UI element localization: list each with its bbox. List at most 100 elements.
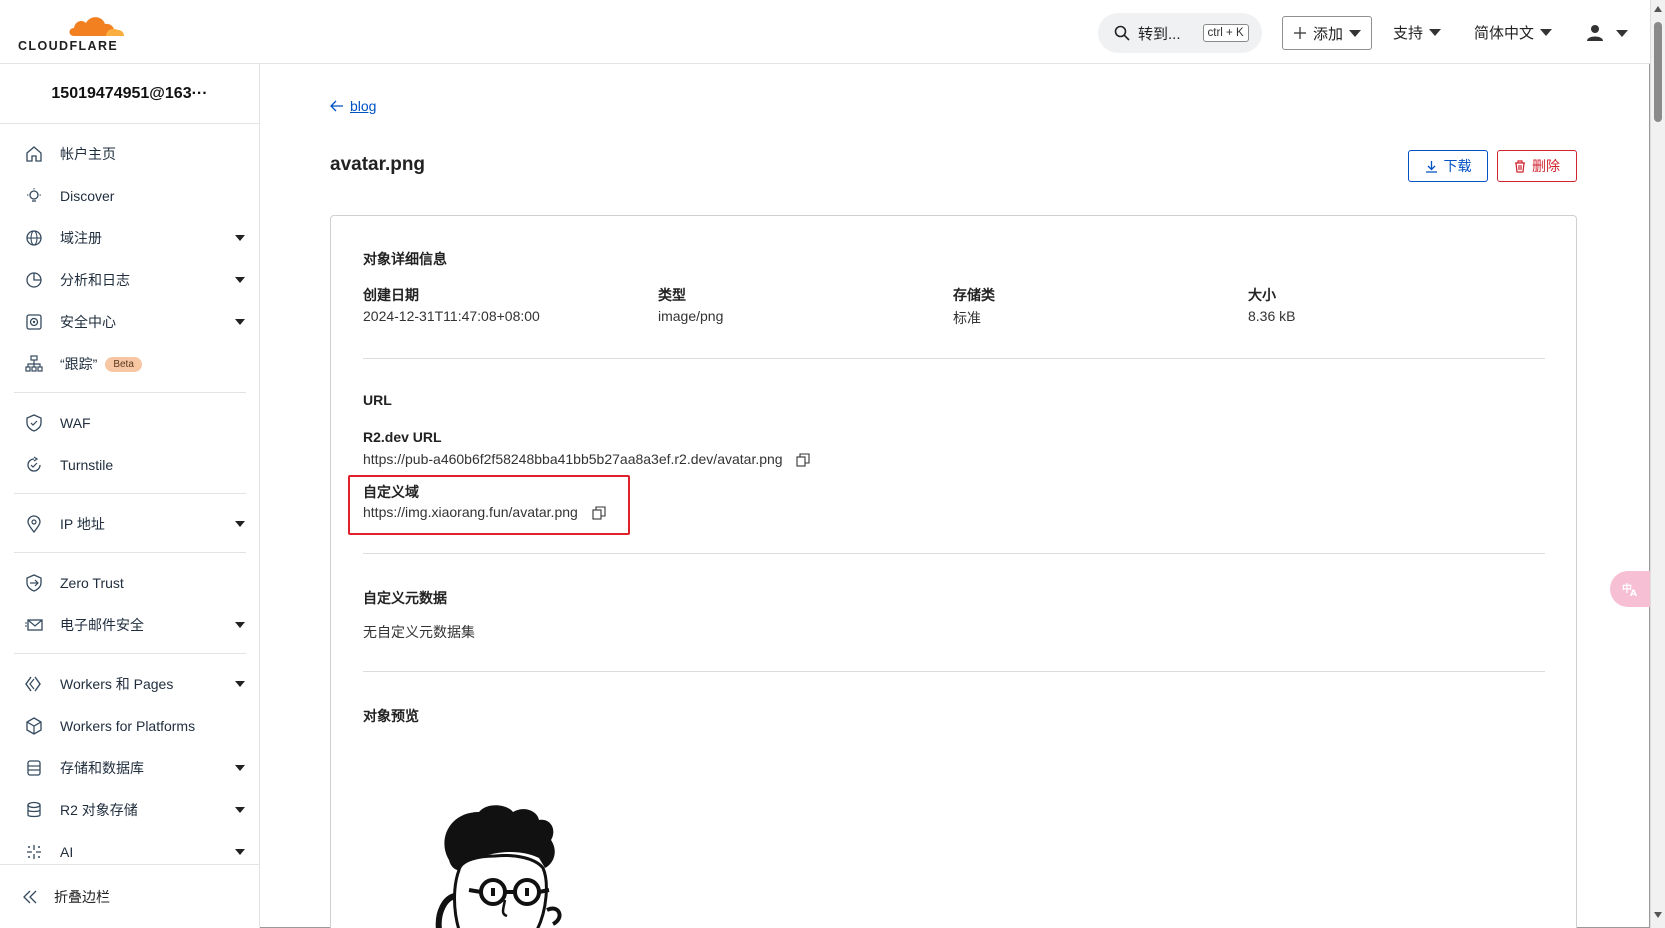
double-chevron-left-icon [23, 890, 37, 903]
add-button[interactable]: 添加 [1282, 16, 1372, 50]
sidebar-item-label: R2 对象存储 [60, 802, 138, 818]
chevron-down-icon [1616, 29, 1628, 37]
zero-trust-icon [24, 573, 44, 593]
copy-icon[interactable] [796, 453, 811, 467]
object-details-card: 对象详细信息 创建日期 2024-12-31T11:47:08+08:00 类型… [330, 215, 1577, 928]
sidebar-item-label: Zero Trust [60, 575, 124, 591]
chevron-down-icon [235, 319, 245, 325]
back-link[interactable]: blog [330, 98, 376, 114]
search-button[interactable]: 转到... ctrl + K [1098, 13, 1262, 53]
sidebar-item-label: 电子邮件安全 [60, 617, 144, 633]
storage-class-value: 标准 [953, 310, 981, 326]
sidebar-item-email-security[interactable]: 电子邮件安全 [0, 605, 259, 645]
sidebar-item-zero-trust[interactable]: Zero Trust [0, 563, 259, 603]
sidebar-item-analytics[interactable]: 分析和日志 [0, 260, 259, 300]
download-button[interactable]: 下载 [1408, 150, 1488, 182]
sidebar-item-label: AI [60, 844, 74, 860]
created-date-label: 创建日期 [363, 287, 419, 303]
workers-icon [24, 674, 44, 694]
avatar-preview-image [435, 805, 562, 928]
sidebar-item-storage-databases[interactable]: 存储和数据库 [0, 748, 259, 788]
chevron-down-icon [1429, 29, 1442, 36]
location-pin-icon [24, 514, 44, 534]
copy-icon[interactable] [592, 506, 606, 520]
custom-domain-value[interactable]: https://img.xiaorang.fun/avatar.png [363, 504, 578, 520]
scroll-down-icon[interactable] [1654, 912, 1662, 918]
database-icon [24, 758, 44, 778]
back-link-label: blog [350, 98, 377, 114]
sidebar-item-discover[interactable]: Discover [0, 176, 259, 216]
sidebar-item-label: Workers 和 Pages [60, 676, 174, 692]
arrow-left-icon [330, 100, 343, 112]
sidebar-item-label: 分析和日志 [60, 272, 130, 288]
collapse-sidebar-button[interactable]: 折叠边栏 [0, 864, 259, 928]
sidebar-item-label: Workers for Platforms [60, 718, 196, 734]
mail-icon [24, 615, 44, 635]
sidebar-item-label: WAF [60, 415, 91, 431]
sidebar-item-workers-pages[interactable]: Workers 和 Pages [0, 664, 259, 704]
sidebar-item-r2[interactable]: R2 对象存储 [0, 790, 259, 830]
sidebar-item-domain-registration[interactable]: 域注册 [0, 218, 259, 258]
r2-url-label: R2.dev URL [363, 429, 442, 445]
turnstile-icon [24, 455, 44, 475]
support-label: 支持 [1393, 25, 1424, 42]
sidebar-item-workers-for-platforms[interactable]: Workers for Platforms [0, 706, 259, 746]
user-menu[interactable] [1586, 24, 1628, 42]
r2-url-value[interactable]: https://pub-a460b6f2f58248bba41bb5b27aa8… [363, 451, 783, 467]
sparkle-icon [24, 842, 44, 862]
pie-chart-icon [24, 270, 44, 290]
trash-icon [1515, 159, 1525, 173]
sidebar-item-waf[interactable]: WAF [0, 403, 259, 443]
sidebar-item-label: Turnstile [60, 457, 114, 473]
delete-button[interactable]: 删除 [1497, 150, 1577, 182]
sidebar-item-label: IP 地址 [60, 516, 105, 532]
section-divider [363, 553, 1545, 554]
svg-text:A: A [1630, 589, 1637, 598]
sidebar-item-ip-addresses[interactable]: IP 地址 [0, 504, 259, 544]
lightbulb-icon [24, 186, 44, 206]
preview-section-title: 对象预览 [363, 708, 419, 724]
chevron-down-icon [1349, 29, 1361, 37]
sidebar-item-label: “跟踪” [60, 356, 98, 372]
cloudflare-logo[interactable]: CLOUDFLARE [18, 12, 128, 53]
user-icon [1587, 25, 1603, 41]
sidebar-item-trace[interactable]: “跟踪” Beta [0, 344, 259, 384]
sidebar-item-label: Discover [60, 188, 115, 204]
chevron-down-icon [235, 277, 245, 283]
chevron-down-icon [235, 681, 245, 687]
sidebar-divider [14, 392, 246, 393]
type-label: 类型 [658, 287, 686, 303]
sidebar-item-turnstile[interactable]: Turnstile [0, 445, 259, 485]
sidebar-item-account-home[interactable]: 帐户主页 [0, 134, 259, 174]
beta-badge: Beta [105, 356, 142, 372]
account-name[interactable]: 15019474951@163··· [0, 64, 259, 124]
cloud-icon [69, 17, 124, 36]
sidebar-item-label: 域注册 [60, 230, 102, 246]
metadata-section-title: 自定义元数据 [363, 590, 447, 606]
download-label: 下载 [1443, 158, 1472, 174]
scrollbar[interactable] [1650, 0, 1665, 928]
chevron-down-icon [1540, 29, 1553, 36]
scrollbar-thumb[interactable] [1654, 22, 1662, 122]
support-menu[interactable]: 支持 [1393, 22, 1442, 43]
security-center-icon [24, 312, 44, 332]
search-shortcut: ctrl + K [1202, 24, 1249, 42]
metadata-value: 无自定义元数据集 [363, 624, 475, 640]
translate-icon: 中A [1622, 582, 1637, 598]
scroll-up-icon[interactable] [1654, 6, 1662, 12]
type-value: image/png [658, 308, 724, 324]
sidebar-item-label: 安全中心 [60, 314, 116, 330]
created-date-value: 2024-12-31T11:47:08+08:00 [363, 308, 540, 324]
add-label: 添加 [1312, 25, 1343, 43]
sidebar-item-label: 存储和数据库 [60, 760, 144, 776]
search-icon [1114, 25, 1130, 41]
logo-text: CLOUDFLARE [18, 39, 119, 53]
globe-icon [24, 228, 44, 248]
delete-label: 删除 [1532, 158, 1560, 174]
chevron-down-icon [235, 521, 245, 527]
translate-button[interactable]: 中A [1610, 571, 1650, 607]
language-menu[interactable]: 简体中文 [1474, 22, 1553, 43]
sidebar-item-security-center[interactable]: 安全中心 [0, 302, 259, 342]
home-icon [24, 144, 44, 164]
r2-url-row: https://pub-a460b6f2f58248bba41bb5b27aa8… [363, 451, 811, 467]
